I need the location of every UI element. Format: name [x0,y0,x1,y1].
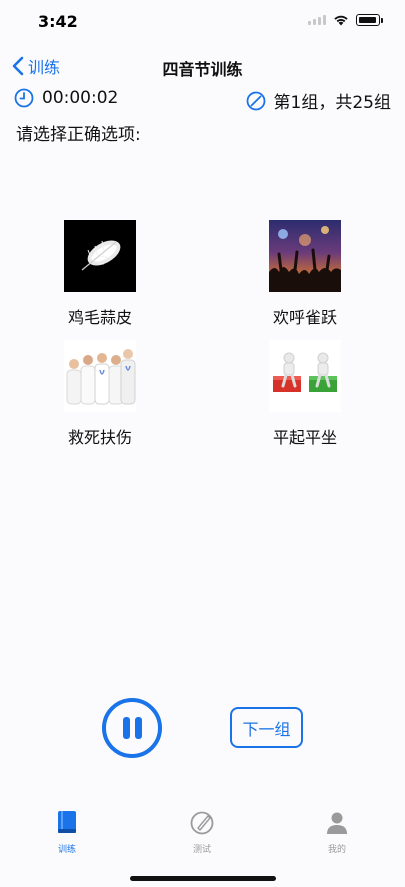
app-screen: 3:42 训练 四音节训练 00:00:02 第1组，共25组 请选择正确选项:… [0,0,405,887]
option-label: 鸡毛蒜皮 [67,308,132,327]
pause-button[interactable] [102,698,162,758]
timer: 00:00:02 [14,88,118,108]
next-group-button[interactable]: 下一组 [230,707,303,748]
option-2[interactable]: 欢呼雀跃 [240,220,370,328]
timer-value: 00:00:02 [42,88,119,108]
person-icon [327,812,347,834]
wifi-icon [334,15,348,26]
tab-training[interactable]: 训练 [27,810,107,855]
tab-label: 我的 [327,845,346,855]
option-1[interactable]: 鸡毛蒜皮 [35,220,165,328]
tab-test[interactable]: 测试 [162,810,242,855]
tab-label: 训练 [57,845,76,855]
option-4[interactable]: 平起平坐 [240,340,370,448]
navigation-bar: 训练 四音节训练 [0,50,405,84]
cellular-signal-icon [308,15,326,25]
group-progress: 第1组，共25组 [246,88,391,113]
tab-label: 测试 [192,845,211,855]
book-icon [58,811,76,833]
option-label: 救死扶伤 [67,428,132,447]
group-progress-text: 第1组，共25组 [273,93,391,113]
battery-icon [356,14,380,26]
status-icons [308,14,383,26]
question-prompt: 请选择正确选项: [16,125,141,145]
concert-crowd-image [269,220,341,292]
page-title: 四音节训练 [162,60,243,79]
info-row: 00:00:02 第1组，共25组 [14,88,391,114]
pause-icon [123,717,130,739]
figures-on-blocks-image [269,340,341,412]
option-label: 欢呼雀跃 [272,308,337,327]
test-icon [190,811,214,835]
status-bar: 3:42 [0,0,405,44]
option-3[interactable]: 救死扶伤 [35,340,165,448]
battery-cap [381,17,383,23]
option-label: 平起平坐 [272,428,337,447]
tab-profile[interactable]: 我的 [297,810,377,855]
doctors-group-image [64,340,136,412]
clock-icon [14,88,34,108]
tab-bar: 训练 测试 我的 [0,800,405,887]
status-time: 3:42 [38,12,78,31]
home-indicator [130,876,276,881]
feather-image [64,220,136,292]
group-progress-icon [246,91,265,110]
